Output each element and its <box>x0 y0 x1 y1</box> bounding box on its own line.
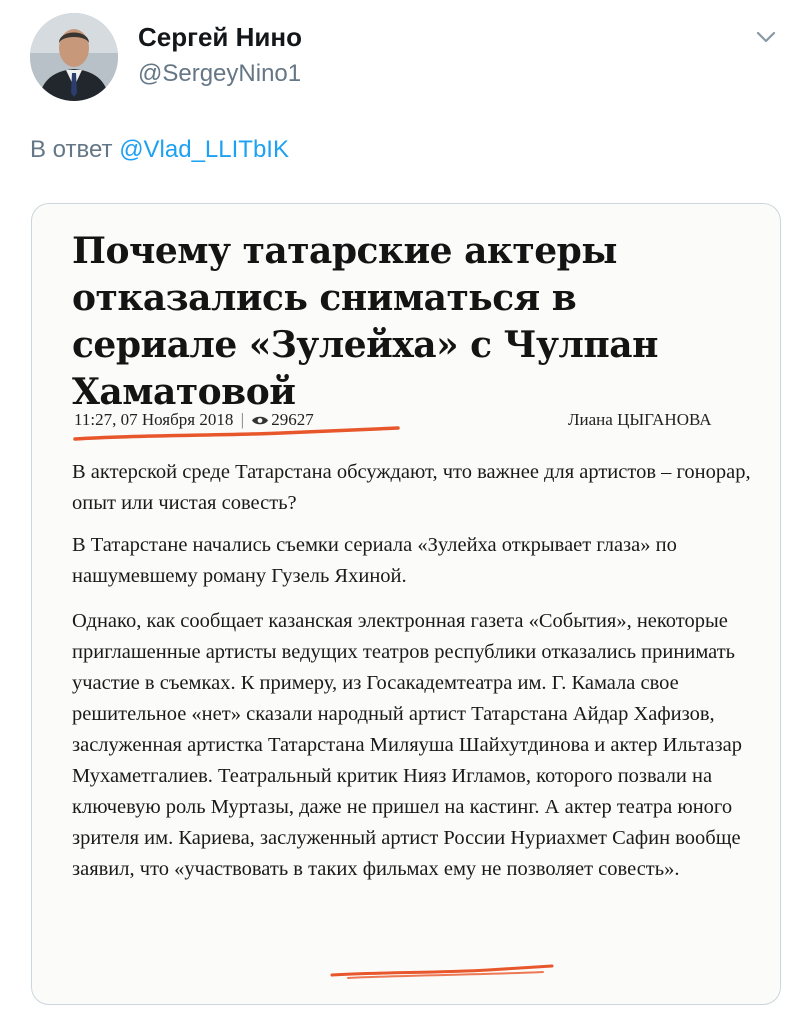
avatar[interactable] <box>30 13 118 101</box>
attached-image[interactable]: Почему татарские актеры отказались снима… <box>31 203 781 1005</box>
reply-context: В ответ @Vlad_LLITbIK <box>30 136 289 164</box>
article-paragraph: Однако, как сообщает казанская электронн… <box>72 610 742 880</box>
meta-highlight-underline <box>73 426 400 441</box>
author-handle[interactable]: @SergeyNino1 <box>138 60 301 88</box>
article-author: Лиана ЦЫГАНОВА <box>568 410 712 429</box>
quote-highlight-underline <box>330 964 554 979</box>
article-screenshot: Почему татарские актеры отказались снима… <box>32 204 780 1004</box>
reply-prefix: В ответ <box>30 136 113 163</box>
article-headline: Почему татарские актеры отказались снима… <box>72 230 658 413</box>
author-name[interactable]: Сергей Нино <box>138 22 302 53</box>
article-paragraph: В актерской среде Татарстана обсуждают, … <box>72 461 751 514</box>
article-paragraph: В Татарстане начались съемки сериала «Зу… <box>72 534 677 587</box>
avatar-photo <box>30 13 118 101</box>
chevron-down-icon[interactable] <box>751 22 781 52</box>
reply-to-link[interactable]: @Vlad_LLITbIK <box>119 136 289 163</box>
